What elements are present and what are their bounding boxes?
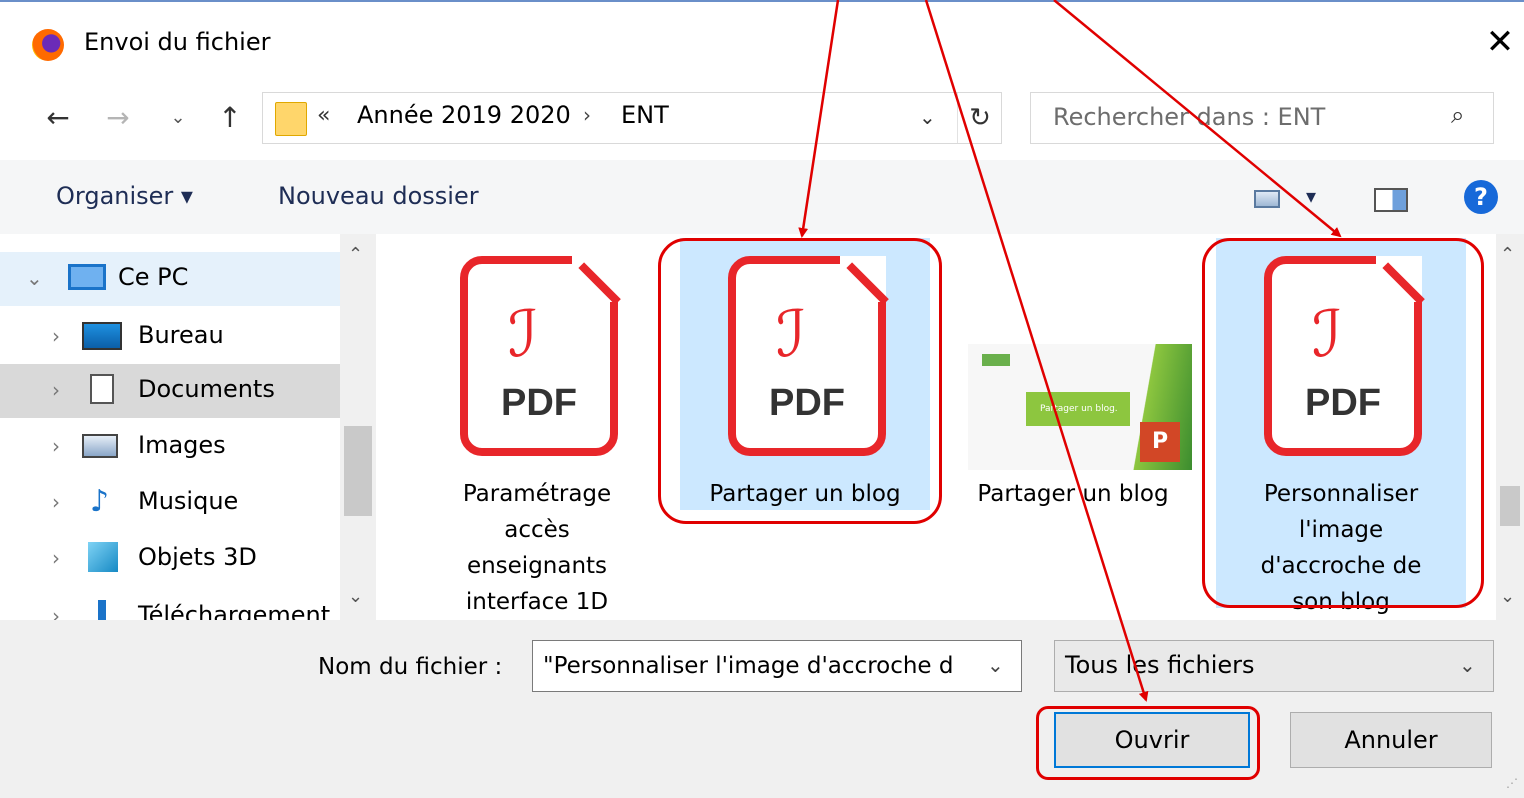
- breadcrumb-item[interactable]: ENT: [621, 101, 669, 129]
- help-icon[interactable]: ?: [1464, 180, 1498, 214]
- search-placeholder: Rechercher dans : ENT: [1053, 103, 1326, 131]
- expand-chevron-icon[interactable]: ›: [52, 434, 60, 458]
- window-title: Envoi du fichier: [84, 28, 271, 56]
- nav-item-label: Documents: [138, 375, 275, 403]
- expand-chevron-icon[interactable]: ›: [52, 324, 60, 348]
- nav-pane-scrollbar[interactable]: ⌃ ⌄: [340, 234, 376, 620]
- title-bar: Envoi du fichier ✕ ← → ⌄ ↑: [0, 2, 1524, 134]
- desktop-icon: [82, 322, 122, 350]
- command-toolbar: Organiser ▾ Nouveau dossier ▾ ?: [0, 160, 1524, 234]
- nav-item-label: Ce PC: [118, 263, 189, 291]
- nav-item-ce-pc[interactable]: ⌄ Ce PC: [0, 252, 340, 306]
- nav-item-objets-3d[interactable]: › Objets 3D: [0, 532, 340, 586]
- annotation-box: [1202, 238, 1484, 608]
- annotation-box: [658, 238, 942, 524]
- recent-locations-chevron-icon[interactable]: ⌄: [166, 98, 190, 138]
- preview-pane-icon[interactable]: [1374, 188, 1408, 212]
- file-item[interactable]: ℐ PDF Paramétrage accès enseignants inte…: [412, 238, 662, 615]
- nav-item-label: Téléchargement: [138, 601, 331, 620]
- view-dropdown-icon[interactable]: ▾: [1306, 184, 1316, 208]
- address-dropdown-icon[interactable]: ⌄: [919, 105, 936, 129]
- nav-item-images[interactable]: › Images: [0, 420, 340, 474]
- filename-dropdown-icon[interactable]: ⌄: [987, 653, 1004, 677]
- organize-button[interactable]: Organiser ▾: [56, 182, 193, 210]
- back-arrow-icon[interactable]: ←: [38, 98, 78, 138]
- firefox-icon: [32, 29, 64, 61]
- search-icon[interactable]: ⌕: [1451, 101, 1464, 129]
- acrobat-icon: ℐ: [508, 298, 539, 372]
- scroll-up-icon[interactable]: ⌃: [348, 244, 363, 265]
- nav-item-label: Musique: [138, 487, 239, 515]
- scroll-down-icon[interactable]: ⌄: [348, 586, 363, 607]
- breadcrumb-separator-icon[interactable]: ›: [583, 103, 591, 127]
- nav-item-telechargements[interactable]: › Téléchargement: [0, 590, 340, 620]
- scroll-up-icon[interactable]: ⌃: [1500, 244, 1515, 265]
- address-bar[interactable]: « Année 2019 2020 › ENT ⌄ ↻: [262, 92, 1002, 144]
- close-icon[interactable]: ✕: [1482, 22, 1518, 62]
- expand-chevron-icon[interactable]: ›: [52, 378, 60, 402]
- filename-label: Nom du fichier :: [318, 654, 503, 680]
- expand-chevron-icon[interactable]: ›: [52, 490, 60, 514]
- images-icon: [82, 434, 118, 458]
- nav-item-label: Bureau: [138, 321, 224, 349]
- computer-icon: [68, 264, 106, 290]
- file-item[interactable]: Partager un blog. P Partager un blog: [948, 238, 1198, 608]
- up-arrow-icon[interactable]: ↑: [210, 98, 250, 138]
- navigation-pane: ⌄ Ce PC › Bureau › Documents › Images › …: [0, 234, 340, 620]
- resize-grip-icon[interactable]: ⋰: [1506, 776, 1520, 794]
- scroll-down-icon[interactable]: ⌄: [1500, 586, 1515, 607]
- scrollbar-thumb[interactable]: [344, 426, 372, 516]
- filetype-select[interactable]: Tous les fichiers ⌄: [1054, 640, 1494, 692]
- breadcrumb-overflow-icon[interactable]: «: [317, 103, 330, 128]
- change-view-icon[interactable]: [1254, 190, 1280, 208]
- downloads-icon: [98, 600, 106, 620]
- pdf-label: PDF: [501, 382, 577, 424]
- scrollbar-thumb[interactable]: [1500, 486, 1520, 526]
- cancel-button[interactable]: Annuler: [1290, 712, 1492, 768]
- nav-item-bureau[interactable]: › Bureau: [0, 310, 340, 364]
- new-folder-button[interactable]: Nouveau dossier: [278, 182, 479, 210]
- expand-chevron-icon[interactable]: ⌄: [26, 266, 43, 290]
- annotation-box: [1036, 706, 1260, 780]
- filename-input[interactable]: "Personnaliser l'image d'accroche d ⌄: [532, 640, 1022, 692]
- nav-item-label: Images: [138, 431, 226, 459]
- pdf-file-icon: ℐ PDF: [460, 256, 621, 456]
- powerpoint-icon: P: [1140, 422, 1180, 462]
- dialog-footer: Nom du fichier : "Personnaliser l'image …: [0, 620, 1524, 798]
- file-name: Paramétrage accès enseignants interface …: [462, 481, 612, 615]
- nav-item-label: Objets 3D: [138, 543, 257, 571]
- nav-item-documents[interactable]: › Documents: [0, 364, 340, 418]
- documents-icon: [90, 374, 114, 404]
- nav-item-musique[interactable]: › ♪ Musique: [0, 476, 340, 530]
- refresh-icon[interactable]: ↻: [957, 93, 1002, 143]
- search-input[interactable]: Rechercher dans : ENT ⌕: [1030, 92, 1494, 144]
- file-name: Partager un blog: [977, 481, 1169, 507]
- breadcrumb-item[interactable]: Année 2019 2020: [357, 101, 571, 129]
- music-icon: ♪: [90, 484, 110, 519]
- filetype-dropdown-icon[interactable]: ⌄: [1459, 653, 1476, 677]
- expand-chevron-icon[interactable]: ›: [52, 546, 60, 570]
- presentation-thumbnail: Partager un blog. P: [968, 344, 1192, 470]
- objects3d-icon: [88, 542, 118, 572]
- filename-value[interactable]: "Personnaliser l'image d'accroche d: [543, 653, 963, 679]
- filetype-value: Tous les fichiers: [1065, 651, 1255, 679]
- folder-icon: [275, 102, 307, 136]
- file-list-scrollbar[interactable]: ⌃ ⌄: [1496, 234, 1524, 620]
- forward-arrow-icon[interactable]: →: [98, 98, 138, 138]
- expand-chevron-icon[interactable]: ›: [52, 604, 60, 620]
